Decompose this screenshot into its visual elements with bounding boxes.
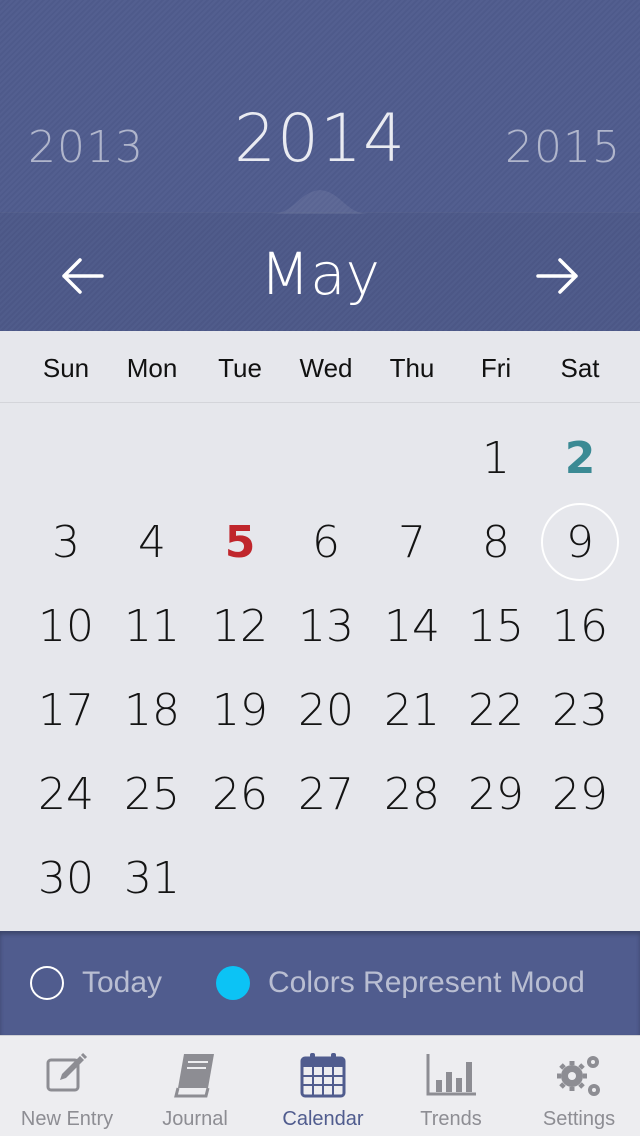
day-cell[interactable]: 29	[540, 754, 620, 834]
gears-icon	[557, 1056, 600, 1096]
day-cell[interactable]: 30	[26, 838, 106, 918]
day-cell-mood[interactable]: 2	[540, 418, 620, 498]
legend-mood-label: Colors Represent Mood	[268, 966, 585, 999]
day-cell[interactable]: 18	[112, 670, 192, 750]
tab-trends[interactable]: Trends	[387, 1036, 515, 1136]
tab-settings[interactable]: Settings	[515, 1036, 640, 1136]
day-cell[interactable]: 28	[372, 754, 452, 834]
weekday-sun: Sun	[42, 353, 90, 383]
book-icon	[174, 1054, 214, 1098]
weekday-mon: Mon	[126, 353, 178, 383]
bar-chart-icon	[426, 1054, 476, 1096]
day-cell[interactable]: 14	[372, 586, 452, 666]
weekday-tue: Tue	[218, 353, 262, 383]
tab-journal[interactable]: Journal	[131, 1036, 259, 1136]
year-indicator-notch	[270, 190, 370, 214]
day-cell[interactable]: 7	[372, 502, 452, 582]
day-cell[interactable]: 23	[540, 670, 620, 750]
tab-bar: New Entry Journal Calendar Trends Settin…	[0, 1035, 640, 1136]
day-cell[interactable]: 21	[372, 670, 452, 750]
day-cell[interactable]: 27	[286, 754, 366, 834]
days-grid: 1 2 3 4 5 6 7 8 9 10 11 12 13 14 15 16 1…	[0, 403, 640, 931]
day-cell[interactable]: 19	[200, 670, 280, 750]
day-cell[interactable]: 10	[26, 586, 106, 666]
pencil-edit-icon	[46, 1052, 88, 1092]
weekday-wed: Wed	[299, 353, 353, 383]
tab-label: Trends	[420, 1108, 482, 1130]
day-cell[interactable]: 4	[112, 502, 192, 582]
day-cell[interactable]: 31	[112, 838, 192, 918]
tab-label: New Entry	[20, 1108, 114, 1130]
tab-calendar[interactable]: Calendar	[259, 1036, 387, 1136]
mood-dot-icon	[216, 966, 250, 1000]
day-cell[interactable]: 8	[456, 502, 536, 582]
tab-label: Journal	[162, 1108, 228, 1130]
weekday-thu: Thu	[389, 353, 435, 383]
day-cell[interactable]: 6	[286, 502, 366, 582]
day-cell-today[interactable]: 9	[541, 503, 619, 581]
next-month-arrow-icon[interactable]	[534, 252, 582, 300]
day-cell-mood[interactable]: 5	[200, 502, 280, 582]
calendar-icon	[300, 1053, 346, 1098]
day-cell[interactable]: 3	[26, 502, 106, 582]
day-cell[interactable]: 24	[26, 754, 106, 834]
weekday-fri: Fri	[480, 353, 512, 383]
day-cell[interactable]: 22	[456, 670, 536, 750]
day-cell[interactable]: 25	[112, 754, 192, 834]
tab-label: Settings	[542, 1108, 616, 1130]
day-cell[interactable]: 26	[200, 754, 280, 834]
next-year[interactable]: 2015	[505, 122, 621, 173]
weekday-sat: Sat	[560, 353, 600, 383]
tab-new-entry[interactable]: New Entry	[3, 1036, 131, 1136]
legend-today-label: Today	[82, 966, 163, 999]
day-cell[interactable]: 15	[456, 586, 536, 666]
day-cell[interactable]: 1	[456, 418, 536, 498]
calendar-grid: Sun Mon Tue Wed Thu Fri Sat 1 2 3 4 5 6 …	[0, 331, 640, 931]
day-cell[interactable]: 12	[200, 586, 280, 666]
weekday-header: Sun Mon Tue Wed Thu Fri Sat	[0, 331, 640, 403]
day-cell[interactable]: 16	[540, 586, 620, 666]
day-cell[interactable]: 13	[286, 586, 366, 666]
day-cell[interactable]: 20	[286, 670, 366, 750]
today-circle-icon	[30, 966, 64, 1000]
day-cell[interactable]: 11	[112, 586, 192, 666]
day-cell[interactable]: 17	[26, 670, 106, 750]
tab-label: Calendar	[282, 1108, 364, 1130]
day-cell[interactable]: 29	[456, 754, 536, 834]
